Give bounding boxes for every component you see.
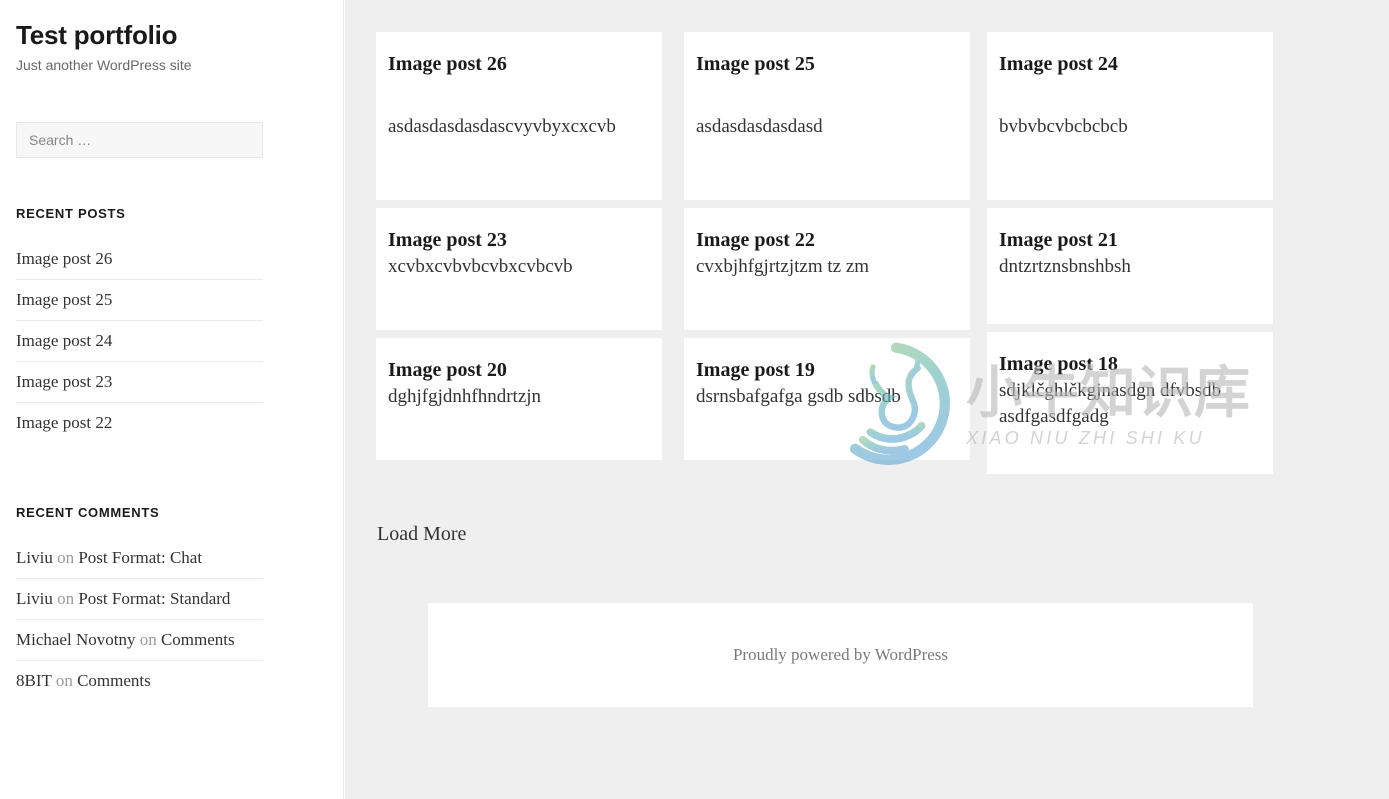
post-card-title[interactable]: Image post 25: [696, 52, 958, 76]
search-widget: [16, 122, 327, 158]
comment-author[interactable]: Liviu: [16, 548, 53, 567]
list-item[interactable]: Image post 22: [16, 403, 263, 443]
site-title[interactable]: Test portfolio: [16, 0, 327, 51]
comment-on-label: on: [57, 589, 75, 608]
sidebar: Test portfolio Just another WordPress si…: [0, 0, 344, 799]
post-card[interactable]: Image post 24 bvbvbcvbcbcbcb: [987, 32, 1273, 200]
recent-comments-widget: Recent Comments Liviu on Post Format: Ch…: [16, 505, 327, 701]
post-card-title[interactable]: Image post 18: [999, 352, 1261, 376]
recent-comments-title: Recent Comments: [16, 505, 160, 520]
post-card-title[interactable]: Image post 23: [388, 228, 650, 252]
recent-posts-title: Recent Posts: [16, 206, 126, 221]
comment-post-link[interactable]: Post Format: Chat: [78, 548, 202, 567]
search-input[interactable]: [16, 122, 263, 158]
comment-author[interactable]: Liviu: [16, 589, 53, 608]
post-card[interactable]: Image post 19 dsrnsbafgafga gsdb sdbsdb: [684, 338, 970, 460]
comment-on-label: on: [55, 671, 73, 690]
post-card[interactable]: Image post 21 dntzrtznsbnshbsh: [987, 208, 1273, 324]
post-card[interactable]: Image post 23 xcvbxcvbvbcvbxcvbcvb: [376, 208, 662, 330]
post-card[interactable]: Image post 18 sdjklčghlčkgjnasdgn dfvbsd…: [987, 332, 1273, 474]
list-item[interactable]: Image post 23: [16, 362, 263, 403]
grid-column-3: Image post 24 bvbvbcvbcbcbcb Image post …: [987, 32, 1273, 482]
footer-credit: Proudly powered by WordPress: [428, 645, 1253, 665]
post-card-excerpt: dsrnsbafgafga gsdb sdbsdb: [696, 386, 901, 407]
recent-post-link[interactable]: Image post 24: [16, 331, 112, 350]
comment-author[interactable]: Michael Novotny: [16, 630, 135, 649]
footer-credit-prefix: Proudly powered by: [732, 645, 875, 664]
post-card-excerpt: xcvbxcvbvbcvbxcvbcvb: [388, 256, 573, 277]
comment-post-link[interactable]: Comments: [77, 671, 151, 690]
comment-author[interactable]: 8BIT: [16, 671, 52, 690]
post-card[interactable]: Image post 20 dghjfgjdnhfhndrtzjn: [376, 338, 662, 460]
post-card-excerpt: sdjklčghlčkgjnasdgn dfvbsdb asdfgasdfgad…: [999, 380, 1222, 427]
grid-column-2: Image post 25 asdasdasdasdasd Image post…: [684, 32, 970, 468]
post-card-title[interactable]: Image post 19: [696, 358, 958, 382]
post-card-excerpt: asdasdasdasdascvyvbyxcxcvb: [388, 116, 616, 137]
comment-post-link[interactable]: Post Format: Standard: [78, 589, 230, 608]
grid-column-1: Image post 26 asdasdasdasdascvyvbyxcxcvb…: [376, 32, 662, 468]
post-card-title[interactable]: Image post 24: [999, 52, 1261, 76]
post-card-excerpt: dghjfgjdnhfhndrtzjn: [388, 386, 542, 407]
recent-post-link[interactable]: Image post 22: [16, 413, 112, 432]
main-content: Image post 26 asdasdasdasdascvyvbyxcxcvb…: [345, 0, 1389, 799]
post-card-title[interactable]: Image post 26: [388, 52, 650, 76]
recent-post-link[interactable]: Image post 25: [16, 290, 112, 309]
recent-post-link[interactable]: Image post 23: [16, 372, 112, 391]
post-card-title[interactable]: Image post 21: [999, 228, 1261, 252]
post-card-excerpt: cvxbjhfgjrtzjtzm tz zm: [696, 256, 870, 277]
site-footer: Proudly powered by WordPress: [428, 603, 1253, 707]
list-item[interactable]: Liviu on Post Format: Standard: [16, 579, 263, 620]
post-card-excerpt: asdasdasdasdasd: [696, 116, 823, 137]
recent-posts-list: Image post 26 Image post 25 Image post 2…: [16, 239, 263, 443]
post-card-title[interactable]: Image post 22: [696, 228, 958, 252]
post-card-excerpt: bvbvbcvbcbcbcb: [999, 116, 1128, 137]
list-item[interactable]: Image post 25: [16, 280, 263, 321]
list-item[interactable]: Michael Novotny on Comments: [16, 620, 263, 661]
post-card-excerpt: dntzrtznsbnshbsh: [999, 256, 1131, 277]
load-more-button[interactable]: Load More: [377, 523, 466, 546]
list-item[interactable]: 8BIT on Comments: [16, 661, 263, 701]
recent-comments-list: Liviu on Post Format: Chat Liviu on Post…: [16, 538, 263, 701]
post-card-title[interactable]: Image post 20: [388, 358, 650, 382]
comment-on-label: on: [139, 630, 157, 649]
list-item[interactable]: Image post 26: [16, 239, 263, 280]
comment-on-label: on: [57, 548, 75, 567]
list-item[interactable]: Liviu on Post Format: Chat: [16, 538, 263, 579]
recent-posts-widget: Recent Posts Image post 26 Image post 25…: [16, 206, 327, 443]
comment-post-link[interactable]: Comments: [161, 630, 235, 649]
post-card[interactable]: Image post 26 asdasdasdasdascvyvbyxcxcvb: [376, 32, 662, 200]
site-description: Just another WordPress site: [16, 57, 192, 73]
post-card[interactable]: Image post 22 cvxbjhfgjrtzjtzm tz zm: [684, 208, 970, 330]
recent-post-link[interactable]: Image post 26: [16, 249, 112, 268]
post-card[interactable]: Image post 25 asdasdasdasdasd: [684, 32, 970, 200]
list-item[interactable]: Image post 24: [16, 321, 263, 362]
wordpress-link[interactable]: WordPress: [875, 645, 948, 664]
page-root: Test portfolio Just another WordPress si…: [0, 0, 1389, 799]
